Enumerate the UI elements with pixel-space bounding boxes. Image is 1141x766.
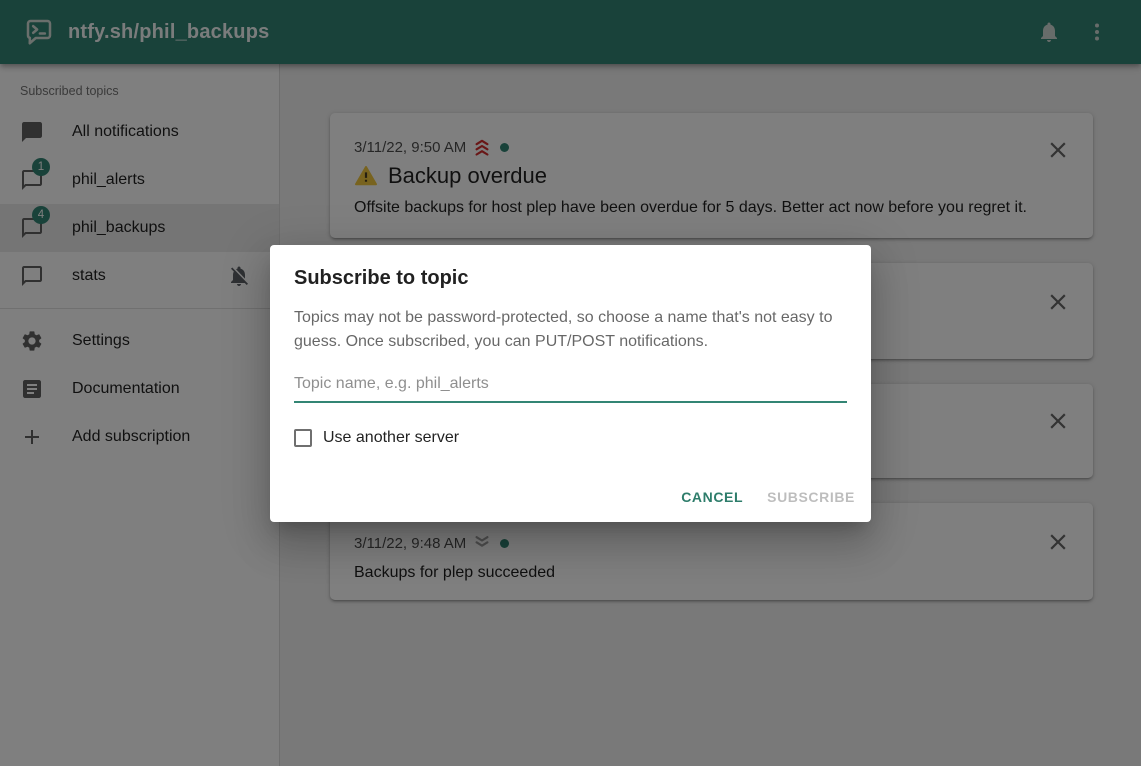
subscribe-dialog: Subscribe to topic Topics may not be pas… — [270, 245, 871, 522]
subscribe-button[interactable]: SUBSCRIBE — [759, 480, 863, 514]
checkbox-unchecked[interactable] — [294, 429, 312, 447]
checkbox-label: Use another server — [323, 429, 459, 447]
cancel-button[interactable]: CANCEL — [673, 480, 751, 514]
dialog-title: Subscribe to topic — [294, 267, 847, 290]
topic-name-input[interactable] — [294, 371, 847, 403]
use-another-server-option[interactable]: Use another server — [294, 429, 847, 447]
dialog-description: Topics may not be password-protected, so… — [294, 306, 847, 354]
ntfy-app-window: ntfy.sh/phil_backups Subscribed topics A… — [0, 0, 1141, 766]
dialog-actions: CANCEL SUBSCRIBE — [665, 480, 863, 514]
